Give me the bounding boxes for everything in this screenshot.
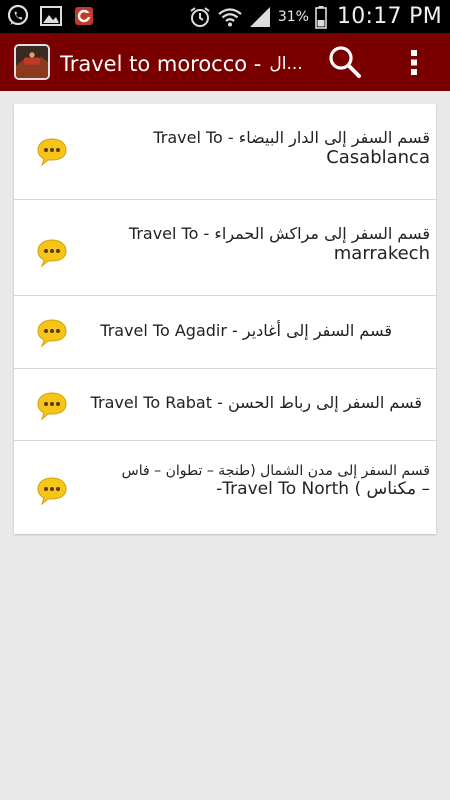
notification-icons bbox=[6, 4, 96, 28]
list-item-line1: قسم السفر إلى مدن الشمال (طنجة – تطوان –… bbox=[121, 463, 430, 479]
gallery-icon bbox=[40, 6, 62, 26]
alarm-icon bbox=[190, 6, 210, 27]
overflow-menu-icon bbox=[411, 50, 417, 75]
list-item-line1: قسم السفر إلى الدار البيضاء - Travel To bbox=[153, 128, 430, 147]
clock: 10:17 PM bbox=[336, 4, 442, 29]
list-item-casablanca[interactable]: قسم السفر إلى الدار البيضاء - Travel To … bbox=[14, 104, 436, 200]
list-item-marrakech[interactable]: قسم السفر إلى مراكش الحمراء - Travel To … bbox=[14, 200, 436, 296]
status-bar: 31% 10:17 PM bbox=[0, 0, 450, 33]
app-logo-icon[interactable] bbox=[14, 44, 50, 80]
travel-section-list: قسم السفر إلى الدار البيضاء - Travel To … bbox=[14, 104, 436, 534]
list-item-label: قسم السفر إلى رباط الحسن - Travel To Rab… bbox=[88, 393, 422, 412]
list-item-label: قسم السفر إلى الدار البيضاء - Travel To … bbox=[88, 128, 430, 168]
list-item-line2: marrakech bbox=[333, 243, 430, 264]
title-arabic-suffix: ال... bbox=[269, 54, 303, 74]
list-item-rabat[interactable]: قسم السفر إلى رباط الحسن - Travel To Rab… bbox=[14, 369, 436, 441]
chat-bubble-icon bbox=[36, 391, 68, 421]
wifi-icon bbox=[218, 7, 242, 26]
signal-icon bbox=[249, 6, 270, 27]
whatsapp-icon bbox=[7, 4, 29, 26]
list-item-line1: قسم السفر إلى مراكش الحمراء - Travel To bbox=[128, 224, 430, 243]
list-item-label: قسم السفر إلى مراكش الحمراء - Travel To … bbox=[88, 224, 430, 264]
chat-bubble-icon bbox=[36, 137, 68, 167]
list-item-line2: Casablanca bbox=[326, 147, 430, 168]
list-item-line1: قسم السفر إلى رباط الحسن - Travel To Rab… bbox=[90, 393, 422, 412]
chat-bubble-icon bbox=[36, 476, 68, 506]
action-bar: Travel to morocco - ال... bbox=[0, 33, 450, 91]
system-status: 31% 10:17 PM bbox=[188, 0, 442, 33]
page-title: Travel to morocco - ال... bbox=[60, 49, 318, 79]
list-item-label: قسم السفر إلى مدن الشمال (طنجة – تطوان –… bbox=[88, 463, 430, 499]
chat-bubble-icon bbox=[36, 318, 68, 348]
search-icon bbox=[329, 46, 361, 78]
list-item-label: قسم السفر إلى أغادير - Travel To Agadir bbox=[88, 321, 392, 340]
battery-icon bbox=[315, 5, 327, 29]
security-shield-icon bbox=[75, 7, 93, 25]
search-button[interactable] bbox=[326, 43, 364, 81]
list-item-north[interactable]: قسم السفر إلى مدن الشمال (طنجة – تطوان –… bbox=[14, 441, 436, 534]
list-item-agadir[interactable]: قسم السفر إلى أغادير - Travel To Agadir bbox=[14, 296, 436, 369]
list-item-line2: – مكناس ) Travel To North- bbox=[216, 479, 430, 499]
title-text: Travel to morocco - bbox=[60, 52, 262, 76]
battery-percent: 31% bbox=[277, 8, 309, 25]
list-item-line1: قسم السفر إلى أغادير - Travel To Agadir bbox=[100, 321, 392, 340]
chat-bubble-icon bbox=[36, 238, 68, 268]
overflow-menu-button[interactable] bbox=[400, 43, 428, 81]
